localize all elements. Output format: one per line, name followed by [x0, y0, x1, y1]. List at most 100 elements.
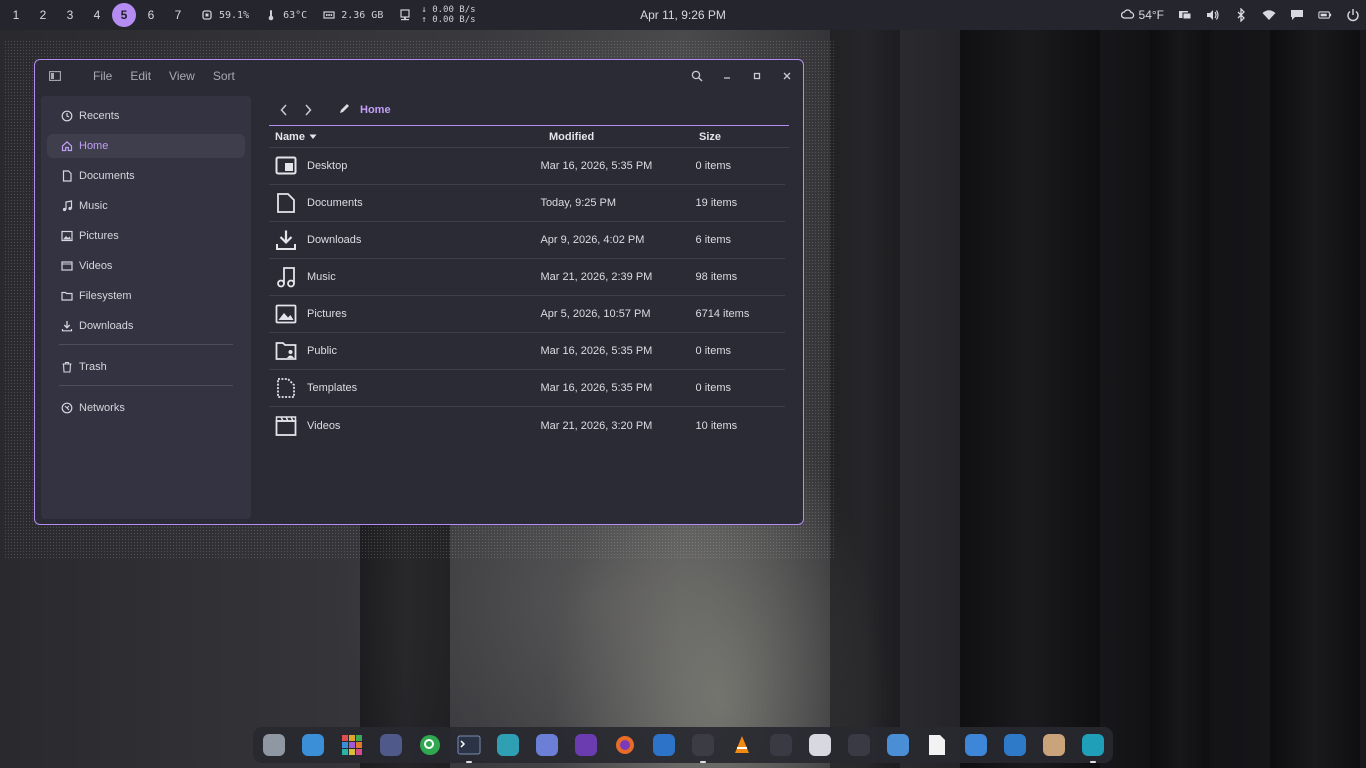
sidebar-item-recents[interactable]: Recents [47, 104, 245, 128]
trash-icon [61, 361, 73, 373]
edit-path-icon[interactable] [339, 103, 350, 117]
sidebar-item-filesystem[interactable]: Filesystem [47, 284, 245, 308]
sidebar-item-music[interactable]: Music [47, 194, 245, 218]
upload-speed: ↑ 0.00 B/s [421, 15, 476, 25]
template-folder-icon [275, 377, 297, 399]
public-folder-icon [275, 340, 297, 362]
file-row-templates[interactable]: Templates Mar 16, 2026, 5:35 PM 0 items [269, 370, 785, 407]
volume-icon[interactable] [1206, 8, 1220, 22]
notifications-icon[interactable] [1290, 8, 1304, 22]
sidebar-item-label: Recents [79, 110, 120, 122]
maximize-icon[interactable] [749, 68, 765, 84]
vlc-app-icon[interactable] [729, 732, 755, 758]
breadcrumb[interactable]: Home [339, 103, 391, 117]
workspace-switcher: 1234567 [4, 3, 193, 27]
media-player-app-icon[interactable] [690, 732, 716, 763]
workspace-4[interactable]: 4 [85, 3, 109, 27]
calculator-app-icon[interactable] [1041, 732, 1067, 758]
search-icon[interactable] [689, 68, 705, 84]
video-folder-icon [275, 415, 297, 437]
display-icon[interactable] [1178, 8, 1192, 22]
memory-usage: 2.36 GB [341, 9, 384, 21]
file-row-downloads[interactable]: Downloads Apr 9, 2026, 4:02 PM 6 items [269, 222, 785, 259]
file-row-public[interactable]: Public Mar 16, 2026, 5:35 PM 0 items [269, 333, 785, 370]
cpu-temperature: 63°C [283, 9, 308, 21]
wifi-icon[interactable] [1262, 8, 1276, 22]
workspace-3[interactable]: 3 [58, 3, 82, 27]
menu-file[interactable]: File [93, 69, 112, 83]
tree-trunk [1270, 0, 1360, 768]
cpu-usage: 59.1% [219, 9, 250, 21]
color-picker-app-icon[interactable] [807, 732, 833, 758]
battery-icon[interactable] [1318, 8, 1332, 22]
launcher-app-icon[interactable] [261, 732, 287, 758]
column-size[interactable]: Size [699, 131, 789, 143]
tree-trunk [830, 0, 900, 768]
files-app-icon[interactable] [300, 732, 326, 758]
workspace-1[interactable]: 1 [4, 3, 28, 27]
file-name-cell: Public [269, 340, 540, 362]
power-icon[interactable] [1346, 8, 1360, 22]
sidebar-item-downloads[interactable]: Downloads [47, 314, 245, 338]
back-icon[interactable] [277, 103, 291, 117]
column-modified[interactable]: Modified [549, 131, 699, 143]
sidebar-item-documents[interactable]: Documents [47, 164, 245, 188]
home-icon [61, 140, 73, 152]
workspace-7[interactable]: 7 [166, 3, 190, 27]
file-row-music[interactable]: Music Mar 21, 2026, 2:39 PM 98 items [269, 259, 785, 296]
forward-icon[interactable] [301, 103, 315, 117]
image-viewer-app-icon[interactable] [963, 732, 989, 758]
picture-icon [61, 230, 73, 242]
workspace-5[interactable]: 5 [112, 3, 136, 27]
thunderbird-app-icon[interactable] [651, 732, 677, 758]
document-app-icon[interactable] [924, 732, 950, 758]
menu-sort[interactable]: Sort [213, 69, 235, 83]
menu-edit[interactable]: Edit [130, 69, 151, 83]
vpn-app-icon[interactable] [573, 732, 599, 758]
sidebar-item-label: Music [79, 200, 108, 212]
minimize-icon[interactable] [719, 68, 735, 84]
file-row-documents[interactable]: Documents Today, 9:25 PM 19 items [269, 185, 785, 222]
text-editor-app-icon[interactable] [885, 732, 911, 758]
inkscape-app-icon[interactable] [768, 732, 794, 758]
breadcrumb-home[interactable]: Home [360, 104, 391, 116]
menu-view[interactable]: View [169, 69, 195, 83]
file-row-videos[interactable]: Videos Mar 21, 2026, 3:20 PM 10 items [269, 407, 785, 444]
sidebar-item-label: Filesystem [79, 290, 132, 302]
file-modified: Mar 21, 2026, 3:20 PM [540, 419, 653, 432]
sidebar-item-label: Downloads [79, 320, 134, 332]
music-folder-icon [275, 266, 297, 288]
column-modified-label: Modified [549, 130, 595, 143]
dock [253, 727, 1113, 763]
screenshot-app-icon[interactable] [1002, 732, 1028, 758]
bluetooth-icon[interactable] [1234, 8, 1248, 22]
sidebar-item-networks[interactable]: Networks [47, 396, 245, 420]
app-grid-icon[interactable] [339, 732, 365, 758]
title-bar[interactable]: File Edit View Sort [35, 60, 803, 94]
sidebar-toggle-icon[interactable] [49, 71, 69, 81]
sidebar-item-pictures[interactable]: Pictures [47, 224, 245, 248]
terminal-app-icon[interactable] [456, 732, 482, 763]
file-manager-app-icon[interactable] [1080, 732, 1106, 763]
software-store-app-icon[interactable] [534, 732, 560, 758]
weather-indicator[interactable]: 54°F [1120, 8, 1164, 23]
sublime-app-icon[interactable] [846, 732, 872, 758]
close-icon[interactable] [779, 68, 795, 84]
file-size: 98 items [695, 271, 738, 283]
system-monitor-app-icon[interactable] [378, 732, 404, 758]
sidebar-item-videos[interactable]: Videos [47, 254, 245, 278]
search-app-icon[interactable] [417, 732, 443, 758]
running-indicator [700, 761, 706, 763]
column-name[interactable]: Name [269, 131, 549, 143]
workspace-2[interactable]: 2 [31, 3, 55, 27]
firefox-app-icon[interactable] [612, 732, 638, 758]
workspace-6[interactable]: 6 [139, 3, 163, 27]
file-row-desktop[interactable]: Desktop Mar 16, 2026, 5:35 PM 0 items [269, 148, 785, 185]
camera-app-icon[interactable] [495, 732, 521, 758]
picture-folder-icon [275, 303, 297, 325]
sidebar-item-trash[interactable]: Trash [47, 355, 245, 379]
file-modified: Mar 21, 2026, 2:39 PM [540, 271, 653, 283]
file-row-pictures[interactable]: Pictures Apr 5, 2026, 10:57 PM 6714 items [269, 296, 785, 333]
sidebar-divider [59, 344, 233, 345]
sidebar-item-home[interactable]: Home [47, 134, 245, 158]
